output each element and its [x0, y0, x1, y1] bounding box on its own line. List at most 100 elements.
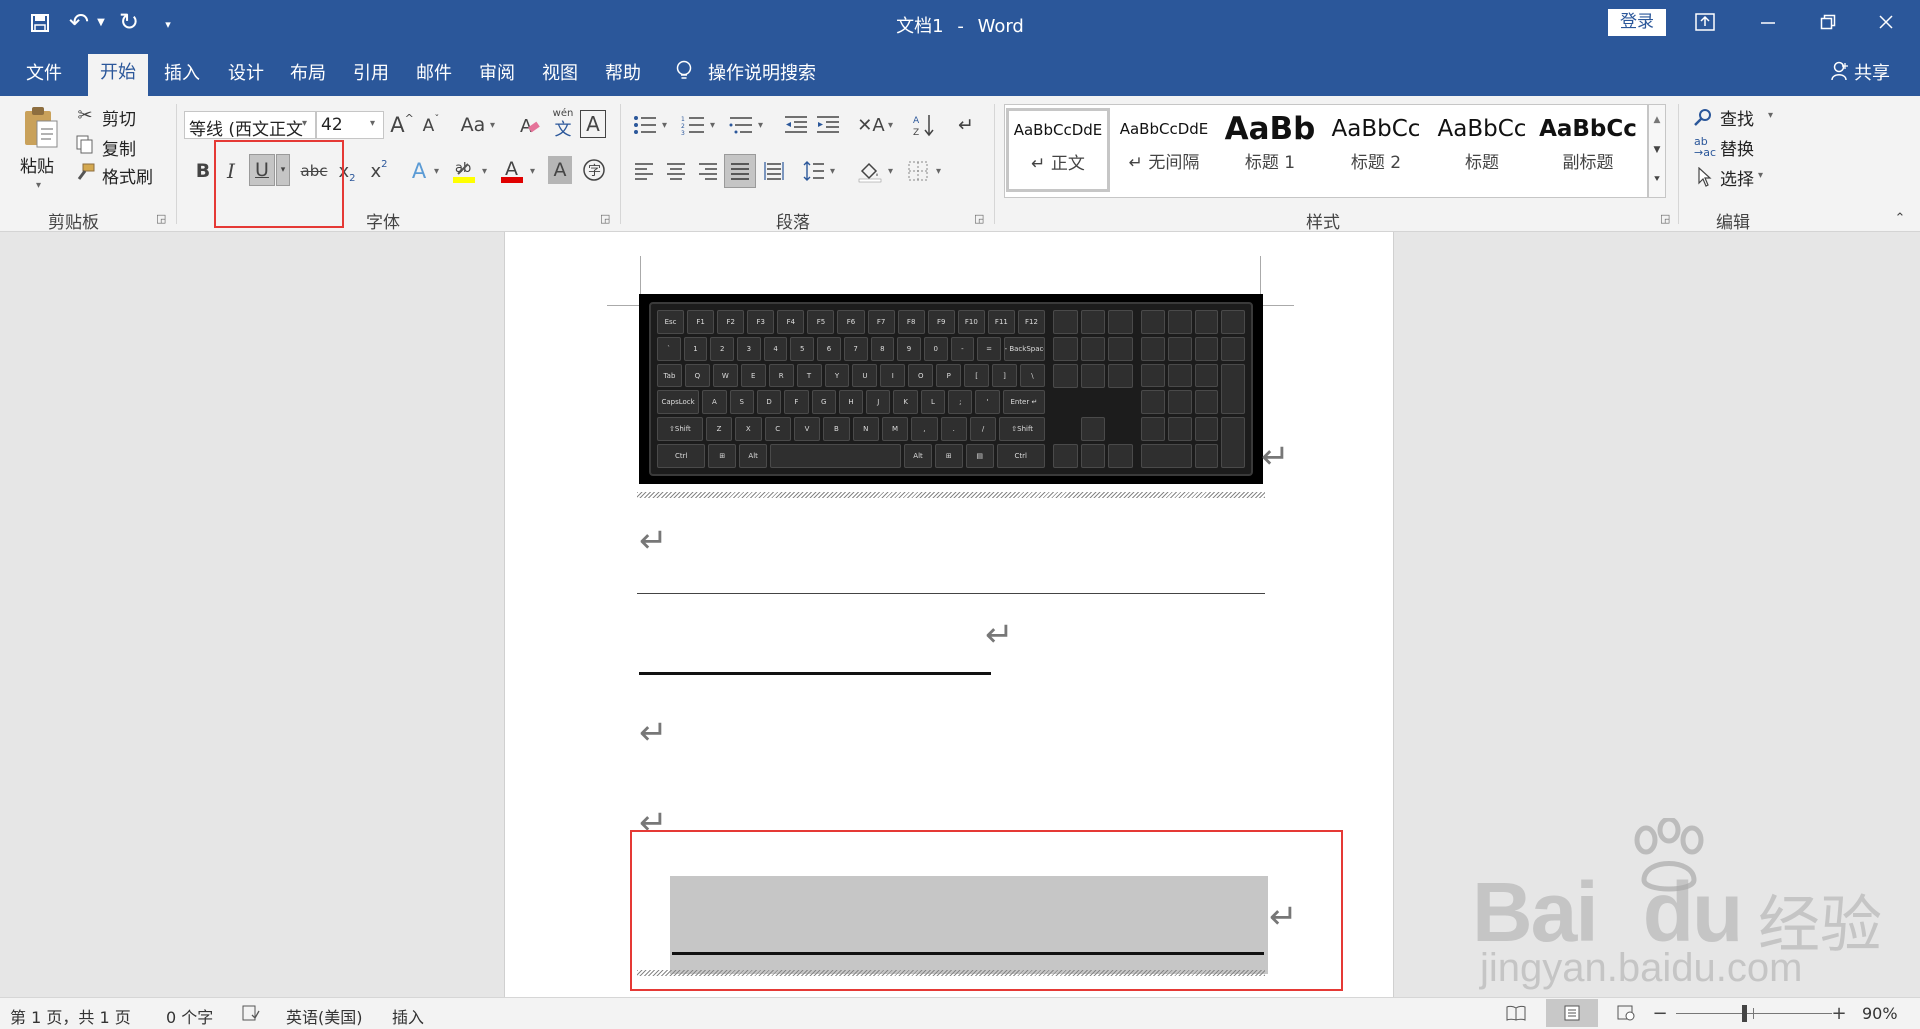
find-button[interactable]: 查找: [1720, 105, 1754, 130]
paste-label[interactable]: 粘贴: [20, 152, 54, 177]
superscript-button[interactable]: x2: [366, 156, 392, 186]
style-no-spacing[interactable]: AaBbCcDdE ↵ 无间隔: [1112, 110, 1216, 186]
search-tell-me[interactable]: 操作说明搜索: [708, 59, 816, 85]
highlight-dropdown-icon[interactable]: ▾: [482, 166, 487, 177]
shrink-font-icon[interactable]: Aˇ: [418, 112, 444, 140]
cut-button[interactable]: 剪切: [102, 105, 136, 130]
tab-home[interactable]: 开始: [88, 54, 148, 96]
replace-button[interactable]: 替换: [1720, 135, 1754, 160]
style-normal[interactable]: AaBbCcDdE ↵ 正文: [1006, 108, 1110, 192]
read-mode-icon[interactable]: [1502, 1001, 1530, 1025]
style-subtitle[interactable]: AaBbCc 副标题: [1536, 110, 1640, 186]
select-button[interactable]: 选择: [1720, 165, 1754, 190]
tab-view[interactable]: 视图: [542, 59, 578, 85]
format-painter-button[interactable]: 格式刷: [102, 163, 153, 188]
clear-formatting-icon[interactable]: A: [516, 110, 544, 140]
paragraph-launcher-icon[interactable]: ◲: [974, 212, 984, 225]
text-effects-icon[interactable]: A: [406, 156, 432, 186]
borders-icon[interactable]: [904, 156, 932, 186]
align-right-icon[interactable]: [694, 156, 722, 186]
minimize-icon[interactable]: [1750, 8, 1786, 36]
zoom-slider-thumb[interactable]: [1742, 1005, 1747, 1022]
tab-references[interactable]: 引用: [353, 59, 389, 85]
scroll-down-icon[interactable]: ▼: [1649, 135, 1665, 165]
tab-help[interactable]: 帮助: [605, 59, 641, 85]
align-left-icon[interactable]: [630, 156, 658, 186]
text-effects-dropdown-icon[interactable]: ▾: [434, 166, 439, 177]
font-family-select[interactable]: 等线 (西文正文: [184, 111, 316, 139]
shading-icon[interactable]: [856, 156, 884, 186]
highlight-icon[interactable]: ab: [450, 154, 478, 186]
align-center-icon[interactable]: [662, 156, 690, 186]
tab-design[interactable]: 设计: [228, 59, 264, 85]
character-shading-icon[interactable]: A: [548, 156, 572, 184]
zoom-slider[interactable]: [1676, 1013, 1832, 1014]
ribbon-display-icon[interactable]: [1690, 8, 1720, 36]
font-launcher-icon[interactable]: ◲: [600, 212, 610, 225]
borders-dropdown-icon[interactable]: ▾: [936, 166, 941, 177]
tab-layout[interactable]: 布局: [290, 59, 326, 85]
styles-scroll[interactable]: ▲ ▼ ⯆: [1648, 104, 1666, 198]
zoom-out-icon[interactable]: −: [1650, 1001, 1670, 1025]
tab-insert[interactable]: 插入: [164, 59, 200, 85]
justify-icon[interactable]: [724, 154, 756, 188]
paste-dropdown-icon[interactable]: ▾: [36, 180, 41, 191]
sort-icon[interactable]: AZ: [910, 110, 938, 140]
word-count-status[interactable]: 0 个字: [166, 1004, 213, 1028]
insert-mode-status[interactable]: 插入: [392, 1004, 424, 1028]
distributed-icon[interactable]: [760, 156, 788, 186]
language-status[interactable]: 英语(美国): [286, 1004, 363, 1028]
change-case-icon[interactable]: Aa: [458, 110, 488, 140]
multilevel-list-icon[interactable]: [726, 110, 756, 140]
font-family-dropdown-icon[interactable]: ▾: [302, 118, 307, 129]
collapse-ribbon-icon[interactable]: ⌃: [1890, 208, 1910, 228]
login-button[interactable]: 登录: [1608, 9, 1666, 36]
style-heading-2[interactable]: AaBbCc 标题 2: [1324, 110, 1428, 186]
change-case-dropdown-icon[interactable]: ▾: [490, 120, 495, 131]
font-color-dropdown-icon[interactable]: ▾: [530, 166, 535, 177]
tab-review[interactable]: 审阅: [479, 59, 515, 85]
style-heading-1[interactable]: AaBb 标题 1: [1218, 110, 1322, 186]
shading-dropdown-icon[interactable]: ▾: [888, 166, 893, 177]
find-dropdown-icon[interactable]: ▾: [1768, 110, 1773, 121]
style-title[interactable]: AaBbCc 标题: [1430, 110, 1534, 186]
tab-mailings[interactable]: 邮件: [416, 59, 452, 85]
print-layout-icon[interactable]: [1546, 999, 1598, 1027]
numbering-dropdown-icon[interactable]: ▾: [710, 120, 715, 131]
multilevel-list-dropdown-icon[interactable]: ▾: [758, 120, 763, 131]
document-page[interactable]: Esc F1 F2 F3 F4 F5 F6 F7 F8 F9 F10 F11 F12 ` 1 2 3 4 5 6 7 8 9…: [504, 232, 1394, 997]
restore-icon[interactable]: [1810, 8, 1846, 36]
chinese-layout-dropdown-icon[interactable]: ▾: [888, 120, 893, 131]
bullets-dropdown-icon[interactable]: ▾: [662, 120, 667, 131]
styles-more-icon[interactable]: ⯆: [1649, 165, 1665, 195]
increase-indent-icon[interactable]: [814, 110, 842, 140]
keyboard-image[interactable]: Esc F1 F2 F3 F4 F5 F6 F7 F8 F9 F10 F11 F12 ` 1 2 3 4 5 6 7 8 9…: [639, 294, 1263, 484]
grow-font-icon[interactable]: A ^: [388, 110, 416, 140]
zoom-in-icon[interactable]: +: [1828, 1001, 1850, 1025]
proofing-icon[interactable]: [240, 1002, 262, 1024]
line-spacing-dropdown-icon[interactable]: ▾: [830, 166, 835, 177]
show-formatting-marks-icon[interactable]: ↵: [952, 110, 980, 140]
web-layout-icon[interactable]: [1612, 1001, 1640, 1025]
phonetic-guide-button[interactable]: wén 文: [550, 108, 576, 142]
font-size-dropdown-icon[interactable]: ▾: [370, 118, 375, 129]
close-icon[interactable]: [1868, 8, 1904, 36]
bullets-icon[interactable]: [630, 110, 660, 140]
font-color-icon[interactable]: A: [498, 154, 526, 186]
enclose-characters-icon[interactable]: 字: [580, 156, 608, 184]
character-border-icon[interactable]: A: [580, 110, 606, 138]
clipboard-launcher-icon[interactable]: ◲: [156, 212, 166, 225]
zoom-level[interactable]: 90%: [1862, 1004, 1898, 1023]
decrease-indent-icon[interactable]: [782, 110, 810, 140]
page-count-status[interactable]: 第 1 页，共 1 页: [10, 1004, 131, 1028]
select-dropdown-icon[interactable]: ▾: [1758, 170, 1763, 181]
chinese-layout-icon[interactable]: ✕A: [856, 110, 886, 140]
scroll-up-icon[interactable]: ▲: [1649, 105, 1665, 135]
bold-button[interactable]: B: [190, 156, 216, 186]
share-button[interactable]: 共享: [1854, 59, 1890, 85]
paste-icon[interactable]: [20, 104, 62, 150]
tab-file[interactable]: 文件: [26, 59, 62, 85]
copy-button[interactable]: 复制: [102, 135, 136, 160]
styles-launcher-icon[interactable]: ◲: [1660, 212, 1670, 225]
line-spacing-icon[interactable]: [800, 156, 828, 186]
